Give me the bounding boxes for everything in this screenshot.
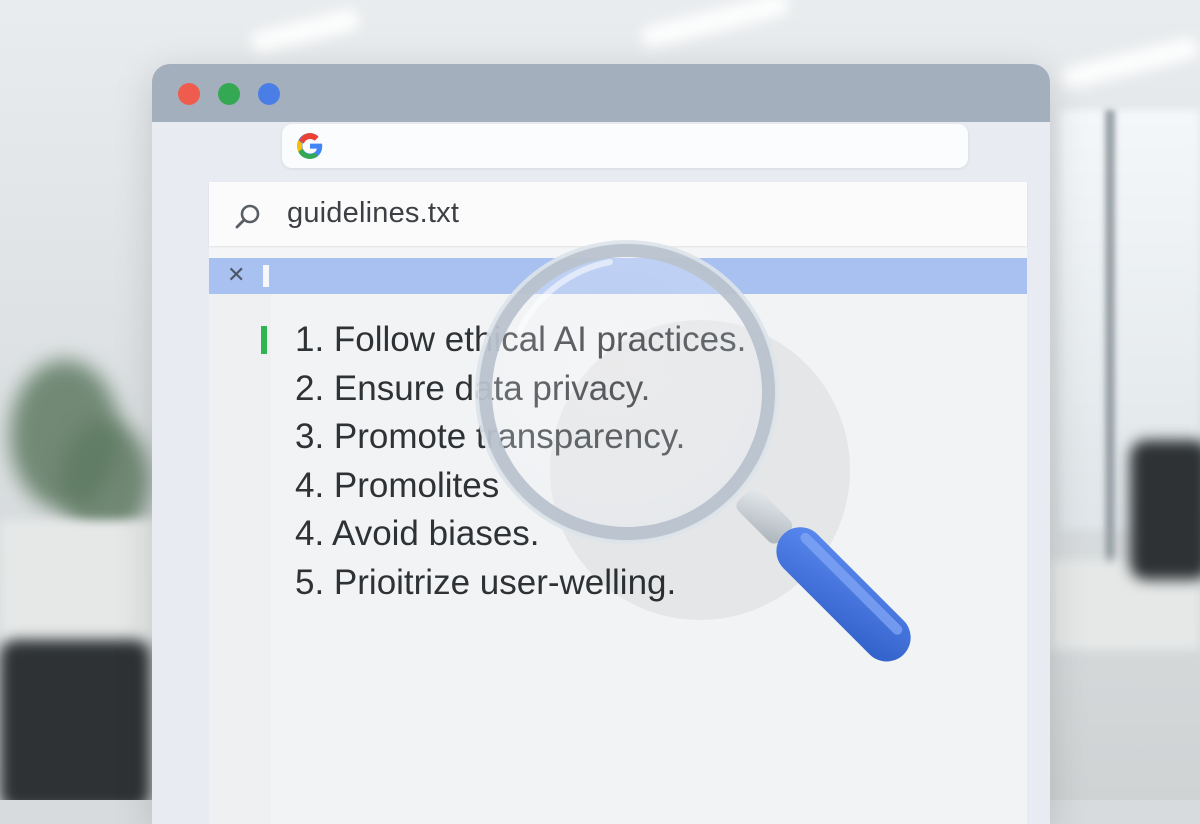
minimize-window-button[interactable] bbox=[258, 83, 280, 105]
guideline-line[interactable]: 5. Prioitrize user-welling. bbox=[295, 559, 746, 608]
title-bar bbox=[152, 64, 1050, 122]
editor-gutter bbox=[209, 294, 271, 824]
maximize-window-button[interactable] bbox=[218, 83, 240, 105]
guideline-line[interactable]: 3. Promote transparency. bbox=[295, 413, 746, 462]
browser-window: guidelines.txt ✕ 1. Follow ethical AI pr… bbox=[152, 64, 1050, 824]
guideline-list: 1. Follow ethical AI practices. 2. Ensur… bbox=[295, 316, 746, 607]
close-icon[interactable]: ✕ bbox=[227, 264, 245, 286]
guideline-line[interactable]: 4. Avoid biases. bbox=[295, 510, 746, 559]
file-search-bar[interactable]: guidelines.txt bbox=[209, 182, 1027, 246]
search-icon bbox=[235, 204, 260, 229]
guideline-line[interactable]: 1. Follow ethical AI practices. bbox=[295, 316, 746, 365]
find-bar[interactable]: ✕ bbox=[209, 258, 1027, 294]
address-bar[interactable] bbox=[282, 124, 968, 168]
find-input-caret[interactable] bbox=[263, 265, 269, 287]
close-window-button[interactable] bbox=[178, 83, 200, 105]
search-query[interactable]: guidelines.txt bbox=[287, 197, 459, 230]
guideline-line[interactable]: 4. Promolites bbox=[295, 462, 746, 511]
google-g-logo-icon bbox=[297, 133, 323, 159]
current-line-marker bbox=[261, 326, 267, 354]
document-page: guidelines.txt ✕ 1. Follow ethical AI pr… bbox=[209, 182, 1027, 824]
guideline-line[interactable]: 2. Ensure data privacy. bbox=[295, 365, 746, 414]
text-editor[interactable]: 1. Follow ethical AI practices. 2. Ensur… bbox=[209, 294, 1027, 824]
